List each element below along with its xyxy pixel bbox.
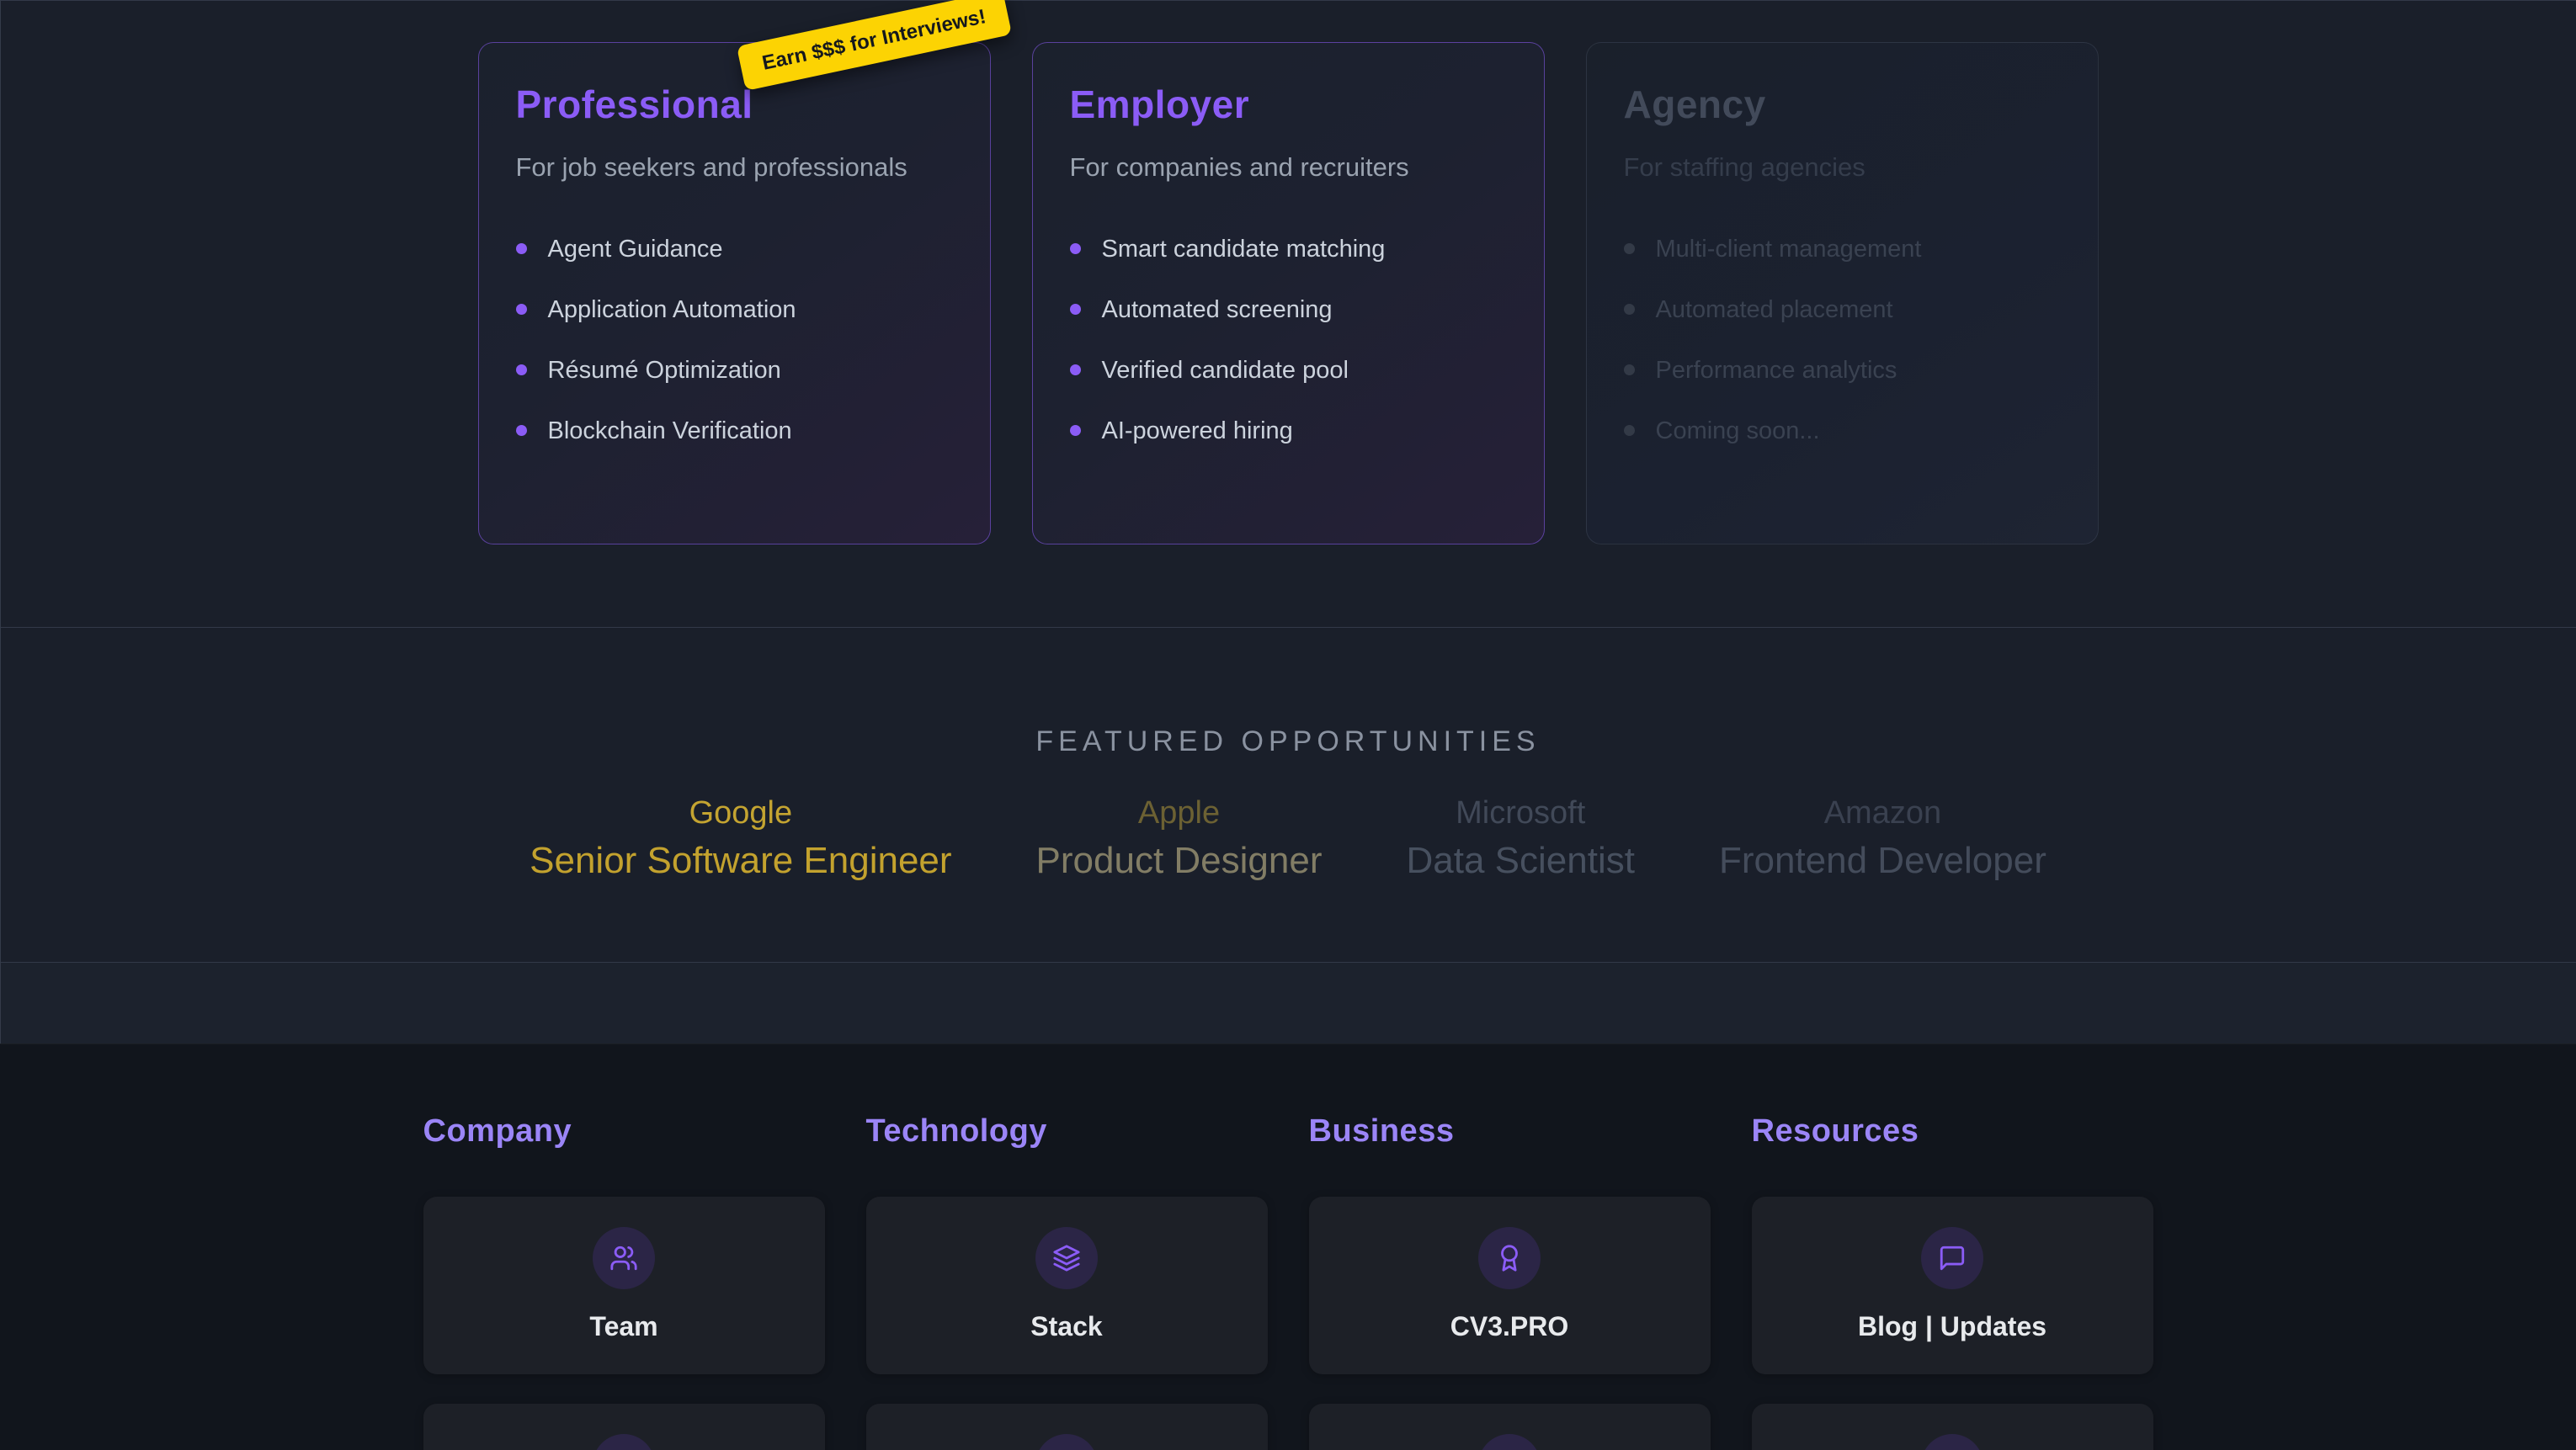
footer-col-business: Business CV3.PRO <box>1309 1113 1711 1450</box>
featured-role: Frontend Developer <box>1719 840 2046 882</box>
plan-title-agency: Agency <box>1624 82 2061 127</box>
footer-col-company: Company Team <box>423 1113 825 1450</box>
footer-card-stack[interactable]: Stack <box>866 1197 1268 1374</box>
featured-company: Microsoft <box>1407 795 1635 831</box>
footer-card-cv3pro[interactable]: CV3.PRO <box>1309 1197 1711 1374</box>
feature-item: Application Automation <box>516 295 953 324</box>
left-edge-divider <box>0 0 1 1044</box>
footer-heading-resources: Resources <box>1752 1113 2153 1150</box>
earn-for-interviews-badge: Earn $$$ for Interviews! <box>736 0 1011 91</box>
footer-heading-company: Company <box>423 1113 825 1150</box>
feature-item: Automated screening <box>1070 295 1507 324</box>
footer-card-label: Team <box>589 1311 657 1342</box>
featured-role: Senior Software Engineer <box>530 840 951 882</box>
layers-icon <box>1035 1227 1098 1289</box>
icon-circle <box>1921 1434 1983 1450</box>
footer-col-technology: Technology Stack <box>866 1113 1268 1450</box>
footer-col-resources: Resources Blog | Updates <box>1752 1113 2153 1450</box>
footer-card-label: CV3.PRO <box>1450 1311 1568 1342</box>
plan-subtitle-professional: For job seekers and professionals <box>516 152 953 183</box>
featured-item-microsoft[interactable]: Microsoft Data Scientist <box>1407 795 1635 882</box>
plan-subtitle-employer: For companies and recruiters <box>1070 152 1507 183</box>
plan-features-employer: Smart candidate matching Automated scree… <box>1070 235 1507 445</box>
featured-role: Data Scientist <box>1407 840 1635 882</box>
featured-row: Google Senior Software Engineer Apple Pr… <box>0 795 2576 882</box>
featured-item-apple[interactable]: Apple Product Designer <box>1036 795 1323 882</box>
footer-card-label: Stack <box>1030 1311 1102 1342</box>
plan-card-professional[interactable]: Earn $$$ for Interviews! Professional Fo… <box>478 42 991 544</box>
featured-company: Apple <box>1036 795 1323 831</box>
featured-item-google[interactable]: Google Senior Software Engineer <box>530 795 951 882</box>
feature-item: Automated placement <box>1624 295 2061 324</box>
icon-circle <box>593 1434 655 1450</box>
feature-item: Multi-client management <box>1624 235 2061 263</box>
footer-card-partial[interactable] <box>866 1404 1268 1450</box>
feature-item: AI-powered hiring <box>1070 417 1507 445</box>
users-icon <box>593 1227 655 1289</box>
message-square-icon <box>1921 1227 1983 1289</box>
featured-role: Product Designer <box>1036 840 1323 882</box>
icon-circle <box>1035 1434 1098 1450</box>
plan-card-agency: Agency For staffing agencies Multi-clien… <box>1586 42 2099 544</box>
plan-features-agency: Multi-client management Automated placem… <box>1624 235 2061 445</box>
feature-item: Blockchain Verification <box>516 417 953 445</box>
feature-item: Résumé Optimization <box>516 356 953 385</box>
footer-heading-technology: Technology <box>866 1113 1268 1150</box>
plan-title-employer: Employer <box>1070 82 1507 127</box>
feature-item: Agent Guidance <box>516 235 953 263</box>
footer-card-partial[interactable] <box>423 1404 825 1450</box>
footer-card-partial[interactable] <box>1752 1404 2153 1450</box>
feature-item: Coming soon... <box>1624 417 2061 445</box>
footer-card-partial[interactable] <box>1309 1404 1711 1450</box>
featured-item-amazon[interactable]: Amazon Frontend Developer <box>1719 795 2046 882</box>
footer-heading-business: Business <box>1309 1113 1711 1150</box>
section-divider-strip <box>0 962 2576 1044</box>
plan-title-professional: Professional <box>516 82 953 127</box>
featured-company: Google <box>530 795 951 831</box>
feature-item: Verified candidate pool <box>1070 356 1507 385</box>
footer-card-label: Blog | Updates <box>1858 1311 2046 1342</box>
footer-card-team[interactable]: Team <box>423 1197 825 1374</box>
plans-section: Earn $$$ for Interviews! Professional Fo… <box>0 0 2576 627</box>
award-icon <box>1478 1227 1541 1289</box>
featured-opportunities-section: FEATURED OPPORTUNITIES Google Senior Sof… <box>0 627 2576 962</box>
icon-circle <box>1478 1434 1541 1450</box>
plan-card-employer[interactable]: Employer For companies and recruiters Sm… <box>1032 42 1545 544</box>
plan-features-professional: Agent Guidance Application Automation Ré… <box>516 235 953 445</box>
feature-item: Smart candidate matching <box>1070 235 1507 263</box>
page: Earn $$$ for Interviews! Professional Fo… <box>0 0 2576 1450</box>
footer-grid: Company Team <box>0 1113 2576 1450</box>
featured-company: Amazon <box>1719 795 2046 831</box>
plans-row: Earn $$$ for Interviews! Professional Fo… <box>0 42 2576 544</box>
feature-item: Performance analytics <box>1624 356 2061 385</box>
featured-heading: FEATURED OPPORTUNITIES <box>0 725 2576 758</box>
footer-card-blog[interactable]: Blog | Updates <box>1752 1197 2153 1374</box>
plan-subtitle-agency: For staffing agencies <box>1624 152 2061 183</box>
site-footer: Company Team <box>0 1044 2576 1450</box>
